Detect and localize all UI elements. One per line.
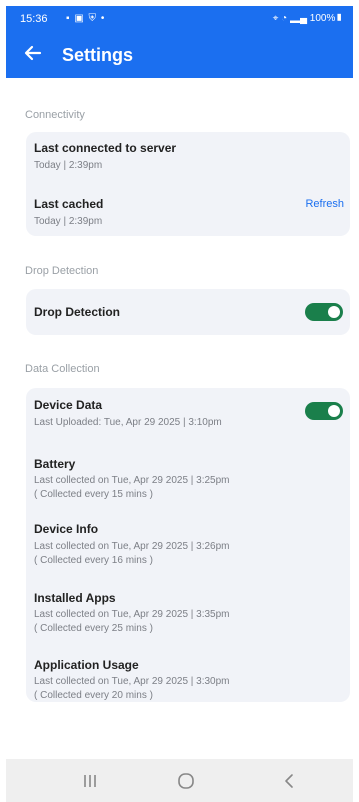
- battery-title: Battery: [34, 457, 76, 471]
- installed-apps-title: Installed Apps: [34, 591, 116, 605]
- application-usage-interval: ( Collected every 20 mins ): [34, 690, 153, 701]
- notification-icons: ▪ ▣ ⛨ •: [66, 13, 106, 24]
- last-cached-title: Last cached: [34, 197, 104, 211]
- last-connected-title: Last connected to server: [34, 141, 177, 155]
- battery-interval: ( Collected every 15 mins ): [34, 489, 153, 500]
- home-icon[interactable]: [174, 769, 198, 793]
- application-usage-last-collected: Last collected on Tue, Apr 29 2025 | 3:3…: [34, 676, 230, 687]
- device-data-toggle[interactable]: [305, 402, 343, 420]
- recent-apps-icon[interactable]: [78, 769, 102, 793]
- status-time: 15:36: [20, 13, 48, 25]
- data-collection-section-label: Data Collection: [25, 363, 100, 375]
- application-usage-title: Application Usage: [34, 658, 139, 672]
- device-info-title: Device Info: [34, 522, 99, 536]
- device-info-interval: ( Collected every 16 mins ): [34, 555, 153, 566]
- device-info-last-collected: Last collected on Tue, Apr 29 2025 | 3:2…: [34, 541, 230, 552]
- last-connected-value: Today | 2:39pm: [34, 160, 103, 171]
- app-header: 15:36 ▪ ▣ ⛨ • ⌖ ◔ ▂▄ 100%▮ Settings: [6, 6, 353, 78]
- drop-detection-toggle[interactable]: [305, 303, 343, 321]
- battery-last-collected: Last collected on Tue, Apr 29 2025 | 3:2…: [34, 475, 230, 486]
- connectivity-card: Last connected to server Today | 2:39pm …: [26, 132, 350, 236]
- drop-detection-section-label: Drop Detection: [25, 265, 99, 277]
- refresh-link[interactable]: Refresh: [305, 198, 344, 210]
- installed-apps-interval: ( Collected every 25 mins ): [34, 623, 153, 634]
- status-right-icons: ⌖ ◔ ▂▄ 100%▮: [272, 13, 343, 24]
- connectivity-section-label: Connectivity: [25, 109, 85, 121]
- back-nav-icon[interactable]: [278, 769, 302, 793]
- drop-detection-card: Drop Detection: [26, 289, 350, 335]
- device-data-subtitle: Last Uploaded: Tue, Apr 29 2025 | 3:10pm: [34, 417, 222, 428]
- toggle-knob: [328, 306, 340, 318]
- back-arrow-icon[interactable]: [22, 42, 44, 64]
- data-collection-card: Device Data Last Uploaded: Tue, Apr 29 2…: [26, 388, 350, 702]
- drop-detection-title: Drop Detection: [34, 305, 121, 319]
- system-navigation-bar: [6, 759, 353, 802]
- installed-apps-last-collected: Last collected on Tue, Apr 29 2025 | 3:3…: [34, 609, 230, 620]
- phone-screen: 15:36 ▪ ▣ ⛨ • ⌖ ◔ ▂▄ 100%▮ Settings Conn…: [0, 0, 359, 802]
- status-bar: 15:36 ▪ ▣ ⛨ • ⌖ ◔ ▂▄ 100%▮: [6, 10, 353, 28]
- app-bar: Settings: [6, 36, 353, 76]
- last-cached-value: Today | 2:39pm: [34, 216, 103, 227]
- settings-content: Connectivity Last connected to server To…: [6, 78, 353, 756]
- device-data-title: Device Data: [34, 398, 103, 412]
- toggle-knob: [328, 405, 340, 417]
- page-title: Settings: [62, 45, 134, 65]
